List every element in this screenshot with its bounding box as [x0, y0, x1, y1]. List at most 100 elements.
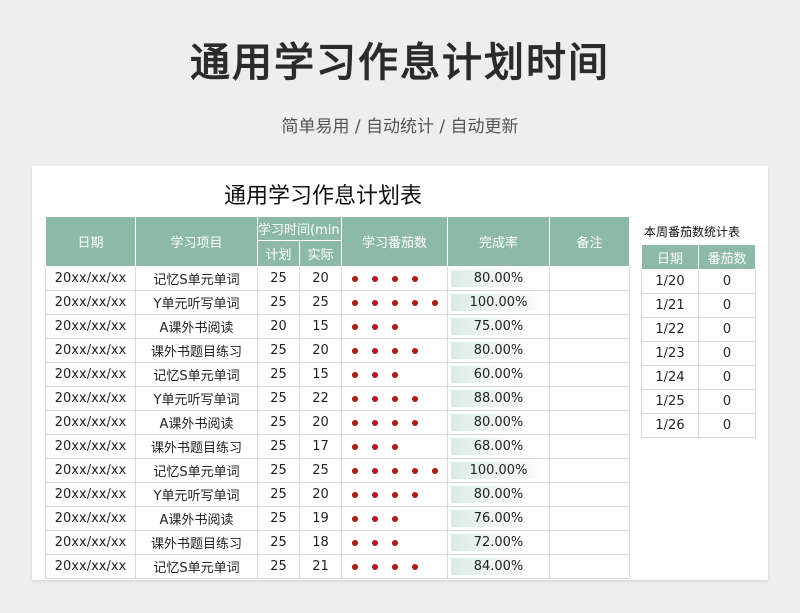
weekly-cell-count[interactable]: 0 [698, 341, 756, 366]
cell-item[interactable]: 记忆S单元单词 [135, 458, 258, 483]
weekly-cell-date[interactable]: 1/25 [641, 389, 699, 414]
cell-date[interactable]: 20xx/xx/xx [45, 314, 136, 339]
cell-rate[interactable]: 100.00% [447, 458, 551, 483]
cell-plan[interactable]: 25 [257, 482, 300, 507]
weekly-cell-count[interactable]: 0 [698, 269, 756, 294]
cell-tomatoes[interactable] [341, 434, 449, 459]
weekly-cell-count[interactable]: 0 [698, 365, 756, 390]
cell-tomatoes[interactable] [341, 482, 449, 507]
cell-tomatoes[interactable] [341, 266, 449, 291]
cell-item[interactable]: 记忆S单元单词 [135, 266, 258, 291]
cell-tomatoes[interactable] [341, 554, 449, 579]
cell-tomatoes[interactable] [341, 386, 449, 411]
cell-rate[interactable]: 80.00% [447, 266, 551, 291]
cell-item[interactable]: Y单元听写单词 [135, 386, 258, 411]
cell-actual[interactable]: 20 [298, 410, 343, 435]
cell-plan[interactable]: 25 [257, 290, 300, 315]
cell-date[interactable]: 20xx/xx/xx [45, 530, 136, 555]
weekly-cell-date[interactable]: 1/23 [641, 341, 699, 366]
cell-actual[interactable]: 20 [298, 266, 343, 291]
cell-actual[interactable]: 18 [298, 530, 343, 555]
cell-rate[interactable]: 84.00% [447, 554, 551, 579]
cell-actual[interactable]: 15 [298, 362, 343, 387]
cell-tomatoes[interactable] [341, 458, 449, 483]
cell-note[interactable] [549, 530, 631, 555]
cell-actual[interactable]: 15 [298, 314, 343, 339]
weekly-cell-count[interactable]: 0 [698, 413, 756, 438]
cell-plan[interactable]: 25 [257, 362, 300, 387]
cell-note[interactable] [549, 434, 631, 459]
cell-note[interactable] [549, 266, 631, 291]
cell-note[interactable] [549, 554, 631, 579]
cell-note[interactable] [549, 458, 631, 483]
cell-rate[interactable]: 100.00% [447, 290, 551, 315]
cell-item[interactable]: 记忆S单元单词 [135, 362, 258, 387]
cell-item[interactable]: A课外书阅读 [135, 314, 258, 339]
cell-item[interactable]: 课外书题目练习 [135, 434, 258, 459]
cell-date[interactable]: 20xx/xx/xx [45, 554, 136, 579]
weekly-cell-date[interactable]: 1/24 [641, 365, 699, 390]
cell-rate[interactable]: 80.00% [447, 410, 551, 435]
weekly-cell-date[interactable]: 1/26 [641, 413, 699, 438]
cell-item[interactable]: A课外书阅读 [135, 506, 258, 531]
cell-note[interactable] [549, 506, 631, 531]
cell-note[interactable] [549, 482, 631, 507]
cell-rate[interactable]: 88.00% [447, 386, 551, 411]
cell-tomatoes[interactable] [341, 410, 449, 435]
cell-tomatoes[interactable] [341, 338, 449, 363]
cell-date[interactable]: 20xx/xx/xx [45, 290, 136, 315]
cell-item[interactable]: 课外书题目练习 [135, 530, 258, 555]
cell-date[interactable]: 20xx/xx/xx [45, 458, 136, 483]
cell-date[interactable]: 20xx/xx/xx [45, 266, 136, 291]
cell-rate[interactable]: 80.00% [447, 338, 551, 363]
cell-plan[interactable]: 25 [257, 434, 300, 459]
cell-plan[interactable]: 25 [257, 338, 300, 363]
cell-plan[interactable]: 25 [257, 410, 300, 435]
cell-rate[interactable]: 76.00% [447, 506, 551, 531]
cell-item[interactable]: Y单元听写单词 [135, 290, 258, 315]
cell-note[interactable] [549, 386, 631, 411]
cell-tomatoes[interactable] [341, 530, 449, 555]
cell-item[interactable]: 记忆S单元单词 [135, 554, 258, 579]
cell-date[interactable]: 20xx/xx/xx [45, 482, 136, 507]
cell-note[interactable] [549, 290, 631, 315]
cell-item[interactable]: Y单元听写单词 [135, 482, 258, 507]
cell-rate[interactable]: 60.00% [447, 362, 551, 387]
cell-actual[interactable]: 25 [298, 458, 343, 483]
cell-plan[interactable]: 25 [257, 530, 300, 555]
cell-plan[interactable]: 25 [257, 458, 300, 483]
cell-note[interactable] [549, 338, 631, 363]
weekly-cell-count[interactable]: 0 [698, 317, 756, 342]
cell-tomatoes[interactable] [341, 506, 449, 531]
cell-date[interactable]: 20xx/xx/xx [45, 386, 136, 411]
cell-rate[interactable]: 75.00% [447, 314, 551, 339]
cell-item[interactable]: A课外书阅读 [135, 410, 258, 435]
cell-actual[interactable]: 20 [298, 482, 343, 507]
cell-date[interactable]: 20xx/xx/xx [45, 338, 136, 363]
cell-plan[interactable]: 20 [257, 314, 300, 339]
cell-tomatoes[interactable] [341, 290, 449, 315]
cell-actual[interactable]: 17 [298, 434, 343, 459]
cell-plan[interactable]: 25 [257, 386, 300, 411]
cell-date[interactable]: 20xx/xx/xx [45, 434, 136, 459]
cell-rate[interactable]: 80.00% [447, 482, 551, 507]
weekly-cell-date[interactable]: 1/21 [641, 293, 699, 318]
cell-plan[interactable]: 25 [257, 506, 300, 531]
cell-date[interactable]: 20xx/xx/xx [45, 410, 136, 435]
weekly-cell-count[interactable]: 0 [698, 389, 756, 414]
weekly-cell-date[interactable]: 1/22 [641, 317, 699, 342]
cell-date[interactable]: 20xx/xx/xx [45, 506, 136, 531]
cell-note[interactable] [549, 410, 631, 435]
cell-actual[interactable]: 19 [298, 506, 343, 531]
cell-tomatoes[interactable] [341, 314, 449, 339]
cell-rate[interactable]: 68.00% [447, 434, 551, 459]
cell-tomatoes[interactable] [341, 362, 449, 387]
cell-date[interactable]: 20xx/xx/xx [45, 362, 136, 387]
cell-plan[interactable]: 25 [257, 266, 300, 291]
weekly-cell-count[interactable]: 0 [698, 293, 756, 318]
cell-item[interactable]: 课外书题目练习 [135, 338, 258, 363]
cell-actual[interactable]: 20 [298, 338, 343, 363]
cell-rate[interactable]: 72.00% [447, 530, 551, 555]
cell-note[interactable] [549, 314, 631, 339]
cell-plan[interactable]: 25 [257, 554, 300, 579]
